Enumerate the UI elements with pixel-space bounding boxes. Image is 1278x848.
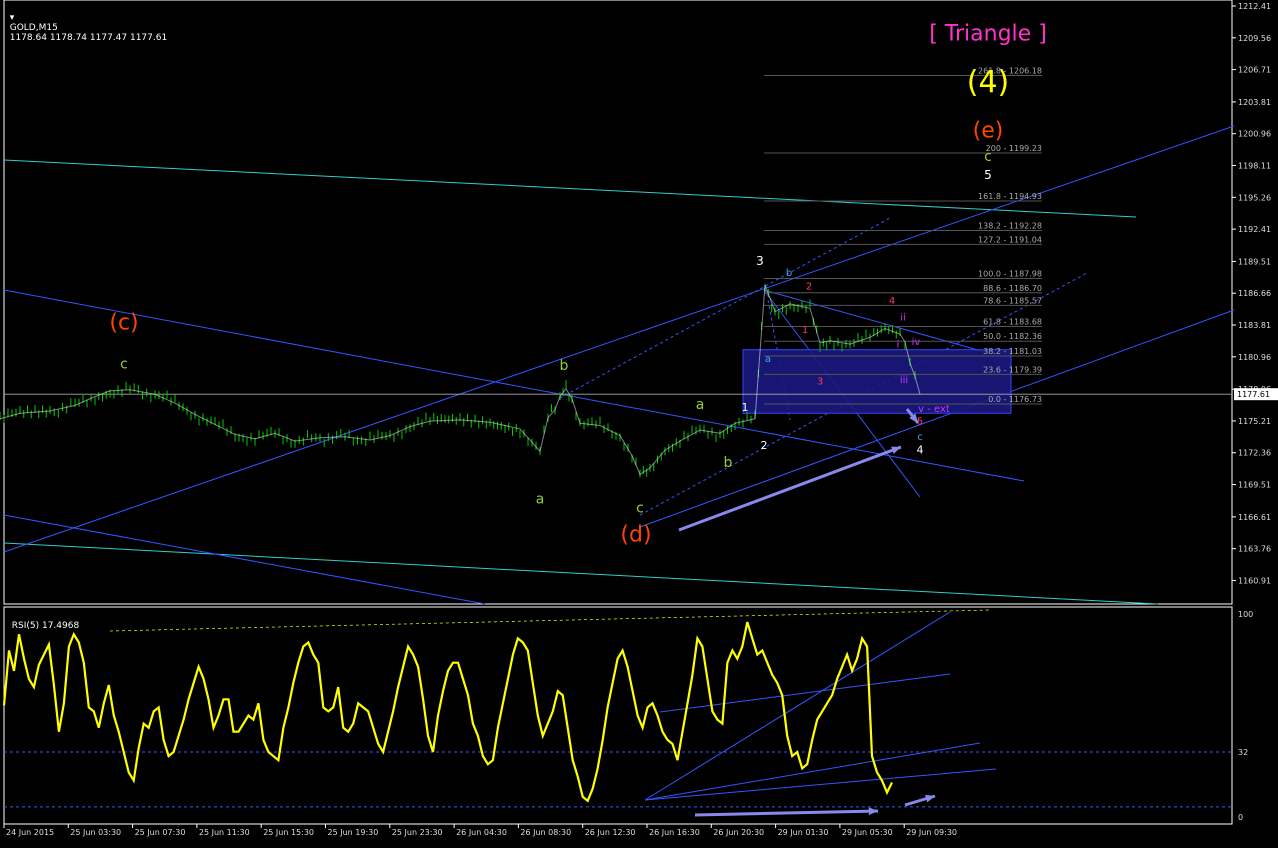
wave-label: i [897, 339, 900, 350]
price-axis-tick-label: 1203.81 [1238, 98, 1271, 107]
wave-label: [ Triangle ] [929, 22, 1047, 47]
fib-level-label: 23.6 - 1179.39 [983, 365, 1042, 374]
wave-label: a [696, 397, 705, 413]
fib-level-label: 161.8 - 1194.93 [978, 192, 1042, 201]
fib-level-label: 61.8 - 1183.68 [983, 317, 1042, 326]
price-axis-tick-label: 1192.41 [1238, 225, 1271, 234]
chart-svg: 1212.41 1209.56 1206.71 1203.81 1200.96 1198.… [0, 0, 1278, 848]
price-axis-tick-label: 1198.11 [1238, 162, 1271, 171]
symbol-label: GOLD,M15 [9, 23, 58, 33]
fib-level-label: 100.0 - 1187.98 [978, 270, 1042, 279]
time-axis-tick-label: 29 Jun 09:30 [906, 828, 957, 837]
time-axis-tick-label: 25 Jun 07:30 [135, 828, 186, 837]
wave-label: v - ext [918, 404, 950, 415]
time-axis-tick-label: 26 Jun 20:30 [713, 828, 764, 837]
rsi-axis-tick-label: 0 [1238, 813, 1243, 822]
rsi-label: RSI(5) 17.4968 [11, 621, 80, 631]
fib-level-label: 88.6 - 1186.70 [983, 284, 1042, 293]
chart-header: ▾ GOLD,M15 1178.64 1178.74 1177.47 1177.… [4, 3, 167, 43]
wave-label: b [560, 358, 569, 374]
time-axis-tick-label: 25 Jun 15:30 [263, 828, 314, 837]
wave-label: c [636, 501, 644, 517]
wave-label: b [786, 268, 792, 279]
time-axis-tick-label: 26 Jun 12:30 [585, 828, 636, 837]
price-axis-tick-label: 1206.71 [1238, 66, 1271, 75]
wave-label: ii [900, 313, 906, 324]
time-axis-tick-label: 29 Jun 01:30 [778, 828, 829, 837]
price-axis-tick-label: 1209.56 [1238, 34, 1271, 43]
wave-label: c [984, 149, 992, 165]
wave-label: a [765, 354, 771, 365]
wave-label: 5 [917, 416, 923, 427]
time-axis-tick-label: 29 Jun 05:30 [842, 828, 893, 837]
wave-label: c [917, 432, 923, 443]
price-axis-tick-label: 1200.96 [1238, 130, 1271, 139]
wave-label: 5 [984, 168, 992, 182]
chevron-down-icon[interactable]: ▾ [10, 13, 15, 23]
wave-label: iii [900, 375, 908, 386]
price-axis-tick-label: 1166.61 [1238, 513, 1271, 522]
price-axis-tick-label: 1195.26 [1238, 193, 1271, 202]
wave-label: (c) [109, 311, 138, 336]
current-price-label: 1177.61 [1237, 390, 1270, 399]
fib-level-label: 138.2 - 1192.28 [978, 222, 1042, 231]
time-axis-tick-label: 26 Jun 08:30 [520, 828, 571, 837]
wave-label: 2 [761, 439, 768, 452]
price-axis-tick-label: 1169.51 [1238, 481, 1271, 490]
time-axis-tick-label: 26 Jun 04:30 [456, 828, 507, 837]
fib-level-label: 50.0 - 1182.36 [983, 332, 1042, 341]
wave-label: c [120, 357, 128, 373]
wave-label: (e) [973, 119, 1004, 144]
fib-level-label: 38.2 - 1181.03 [983, 347, 1042, 356]
rsi-axis-tick-label: 32 [1238, 748, 1248, 757]
fib-level-label: 78.6 - 1185.57 [983, 296, 1042, 305]
wave-label: iv [912, 337, 921, 348]
time-axis-tick-label: 25 Jun 23:30 [392, 828, 443, 837]
ohlc-readout: 1178.64 1178.74 1177.47 1177.61 [9, 33, 168, 43]
time-axis-tick-label: 24 Jun 2015 [6, 828, 54, 837]
time-axis-tick-label: 25 Jun 19:30 [328, 828, 379, 837]
fib-level-label: 200 - 1199.23 [986, 144, 1042, 153]
wave-label: (4) [967, 65, 1010, 100]
rsi-axis-tick-label: 100 [1238, 610, 1253, 619]
time-axis-tick-label: 25 Jun 11:30 [199, 828, 250, 837]
price-axis-tick-label: 1183.81 [1238, 321, 1271, 330]
wave-label: 3 [817, 376, 823, 387]
wave-label: 4 [917, 443, 924, 456]
time-axis-tick-label: 25 Jun 03:30 [70, 828, 121, 837]
wave-label: 2 [806, 281, 812, 292]
wave-label: 1 [802, 325, 808, 336]
fib-level-label: 127.2 - 1191.04 [978, 235, 1042, 244]
wave-label: a [536, 492, 545, 508]
price-axis-tick-label: 1172.36 [1238, 449, 1271, 458]
price-axis-tick-label: 1189.51 [1238, 257, 1271, 266]
time-axis-tick-label: 26 Jun 16:30 [649, 828, 700, 837]
price-axis-tick-label: 1163.76 [1238, 545, 1271, 554]
fib-level-label: 0.0 - 1176.73 [988, 395, 1042, 404]
wave-label: 1 [742, 401, 749, 414]
price-axis-tick-label: 1175.21 [1238, 417, 1271, 426]
price-axis-tick-label: 1186.66 [1238, 289, 1271, 298]
price-axis-tick-label: 1160.91 [1238, 576, 1271, 585]
wave-label: (d) [620, 523, 651, 548]
price-axis-tick-label: 1212.41 [1238, 2, 1271, 11]
wave-label: b [724, 455, 733, 471]
wave-label: 4 [889, 296, 895, 307]
price-axis-tick-label: 1180.96 [1238, 353, 1271, 362]
wave-label: 3 [756, 254, 764, 268]
rsi-header: RSI(5) 17.4968 [6, 611, 79, 631]
